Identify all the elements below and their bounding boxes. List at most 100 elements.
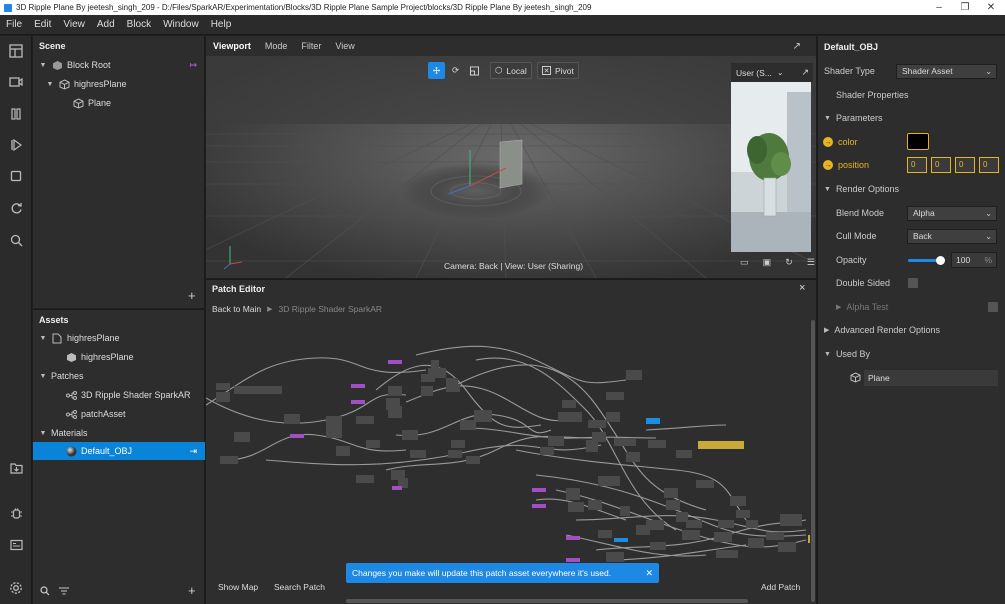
screenshot-icon[interactable]: ▣ — [763, 257, 772, 271]
asset-item-default-obj[interactable]: Default_OBJ ⇥ — [33, 442, 205, 460]
camera-select[interactable]: User (S... ⌄ ↗ — [731, 63, 813, 82]
collapse-arrow-icon[interactable]: ▼ — [39, 335, 47, 342]
asset-item-ripple-shader[interactable]: 3D Ripple Shader SparkAR — [33, 386, 205, 404]
position-z-field[interactable]: 0 — [955, 157, 975, 173]
asset-item-highresplane-group[interactable]: ▼ highresPlane — [33, 329, 205, 347]
cull-mode-select[interactable]: Back ⌄ — [907, 228, 997, 244]
minimize-button[interactable]: – — [925, 0, 953, 15]
color-swatch[interactable] — [907, 133, 929, 150]
shader-type-select[interactable]: Shader Asset ⌄ — [896, 63, 997, 79]
pause-icon[interactable] — [8, 106, 24, 122]
add-patch-button[interactable]: Add Patch — [761, 582, 800, 592]
position-x-field[interactable]: 0 — [907, 157, 927, 173]
alpha-test-checkbox[interactable] — [988, 302, 998, 312]
collapse-arrow-icon[interactable]: ▼ — [46, 81, 54, 88]
param-link-icon[interactable]: → — [823, 160, 833, 170]
advanced-render-options-section[interactable]: ▶ Advanced Render Options — [818, 319, 1005, 341]
opacity-slider[interactable] — [908, 256, 945, 265]
param-link-icon[interactable]: → — [823, 137, 833, 147]
tab-filter[interactable]: Filter — [294, 41, 328, 51]
pivot-toggle-button[interactable]: ✕ Pivot — [537, 62, 579, 79]
simulator-preview — [731, 82, 811, 252]
tab-viewport[interactable]: Viewport — [206, 41, 258, 51]
patch-horizontal-scrollbar[interactable] — [346, 599, 748, 603]
expand-arrow-icon: ▶ — [824, 327, 830, 334]
patch-graph-canvas[interactable] — [206, 320, 811, 585]
position-w-field[interactable]: 0 — [979, 157, 999, 173]
breadcrumb-current: 3D Ripple Shader SparkAR — [278, 304, 383, 314]
menu-add[interactable]: Add — [91, 19, 121, 30]
render-options-section[interactable]: ▼ Render Options — [818, 178, 1005, 200]
bug-icon[interactable] — [8, 505, 24, 521]
asset-filter-icon[interactable] — [59, 586, 69, 598]
collapse-arrow-icon[interactable]: ▼ — [39, 430, 47, 437]
menu-icon[interactable]: ☰ — [807, 257, 815, 271]
popout-icon[interactable]: ↗ — [786, 41, 808, 52]
patch-vertical-scrollbar[interactable] — [810, 320, 816, 602]
menu-help[interactable]: Help — [205, 19, 238, 30]
tab-view[interactable]: View — [328, 41, 361, 51]
asset-item-patches-group[interactable]: ▼ Patches — [33, 367, 205, 385]
menu-view[interactable]: View — [57, 19, 91, 30]
stop-icon[interactable] — [8, 168, 24, 184]
add-scene-object-button[interactable]: + — [188, 288, 196, 303]
back-to-main-link[interactable]: Back to Main — [212, 304, 261, 314]
asset-item-label: 3D Ripple Shader SparkAR — [81, 390, 191, 400]
close-window-button[interactable]: ✕ — [977, 0, 1005, 15]
double-sided-checkbox[interactable] — [908, 278, 918, 288]
opacity-slider-thumb[interactable] — [936, 256, 945, 265]
expand-preview-icon[interactable]: ↗ — [801, 67, 809, 78]
restore-button[interactable]: ❐ — [951, 0, 979, 15]
layout-icon[interactable] — [8, 43, 24, 59]
scene-item-block-root[interactable]: ▼ Block Root ↦ — [33, 56, 205, 74]
video-icon[interactable] — [8, 74, 24, 90]
shader-properties-row[interactable]: Shader Properties — [818, 84, 1005, 106]
shader-properties-label: Shader Properties — [836, 90, 909, 100]
search-icon[interactable] — [8, 232, 24, 248]
scene-item-plane[interactable]: Plane — [33, 94, 205, 112]
video-record-icon[interactable]: ▭ — [740, 257, 749, 271]
asset-search-icon[interactable] — [40, 586, 50, 598]
search-patch-button[interactable]: Search Patch — [274, 582, 325, 592]
refresh-icon[interactable] — [8, 200, 24, 216]
used-by-item-row[interactable]: Plane — [818, 367, 1005, 389]
pivot-icon: ✕ — [542, 66, 551, 75]
parameters-label: Parameters — [835, 113, 883, 123]
chevron-down-icon: ⌄ — [985, 208, 992, 218]
rotate-tool-icon[interactable]: ⟳ — [447, 62, 464, 79]
toast-close-icon[interactable]: ✕ — [645, 568, 653, 579]
cube-outline-icon — [850, 371, 861, 385]
show-map-button[interactable]: Show Map — [218, 582, 258, 592]
local-toggle-button[interactable]: ⬡ Local — [490, 62, 532, 79]
scene-3d-view[interactable] — [206, 56, 816, 278]
settings-gear-icon[interactable] — [8, 580, 24, 596]
color-label: color — [838, 137, 858, 147]
import-folder-icon[interactable] — [8, 460, 24, 476]
asset-item-patchasset[interactable]: patchAsset — [33, 405, 205, 423]
asset-item-materials-group[interactable]: ▼ Materials — [33, 424, 205, 442]
used-by-section[interactable]: ▼ Used By — [818, 343, 1005, 365]
blend-mode-row: Blend Mode Alpha ⌄ — [818, 202, 1005, 224]
asset-item-highresplane-mesh[interactable]: highresPlane — [33, 348, 205, 366]
menu-edit[interactable]: Edit — [28, 19, 57, 30]
parameters-section[interactable]: ▼ Parameters — [818, 107, 1005, 129]
collapse-arrow-icon[interactable]: ▼ — [39, 373, 47, 380]
position-y-field[interactable]: 0 — [931, 157, 951, 173]
scale-tool-icon[interactable] — [466, 62, 483, 79]
export-arrow-icon[interactable]: ⇥ — [189, 446, 197, 457]
opacity-input[interactable]: 100 % — [951, 252, 997, 268]
move-tool-icon[interactable] — [428, 62, 445, 79]
collapse-arrow-icon[interactable]: ▼ — [39, 62, 47, 69]
scene-item-highresplane[interactable]: ▼ highresPlane — [33, 75, 205, 93]
blend-mode-select[interactable]: Alpha ⌄ — [907, 205, 997, 221]
rotate-device-icon[interactable]: ↻ — [785, 257, 793, 271]
add-asset-button[interactable]: + — [188, 583, 196, 598]
menu-block[interactable]: Block — [121, 19, 157, 30]
menu-window[interactable]: Window — [157, 19, 205, 30]
menu-file[interactable]: File — [0, 19, 28, 30]
close-icon[interactable]: × — [799, 282, 805, 294]
play-step-icon[interactable] — [8, 137, 24, 153]
expand-arrow-icon[interactable]: ▶ — [836, 303, 841, 311]
tab-mode[interactable]: Mode — [258, 41, 295, 51]
console-icon[interactable] — [8, 537, 24, 553]
